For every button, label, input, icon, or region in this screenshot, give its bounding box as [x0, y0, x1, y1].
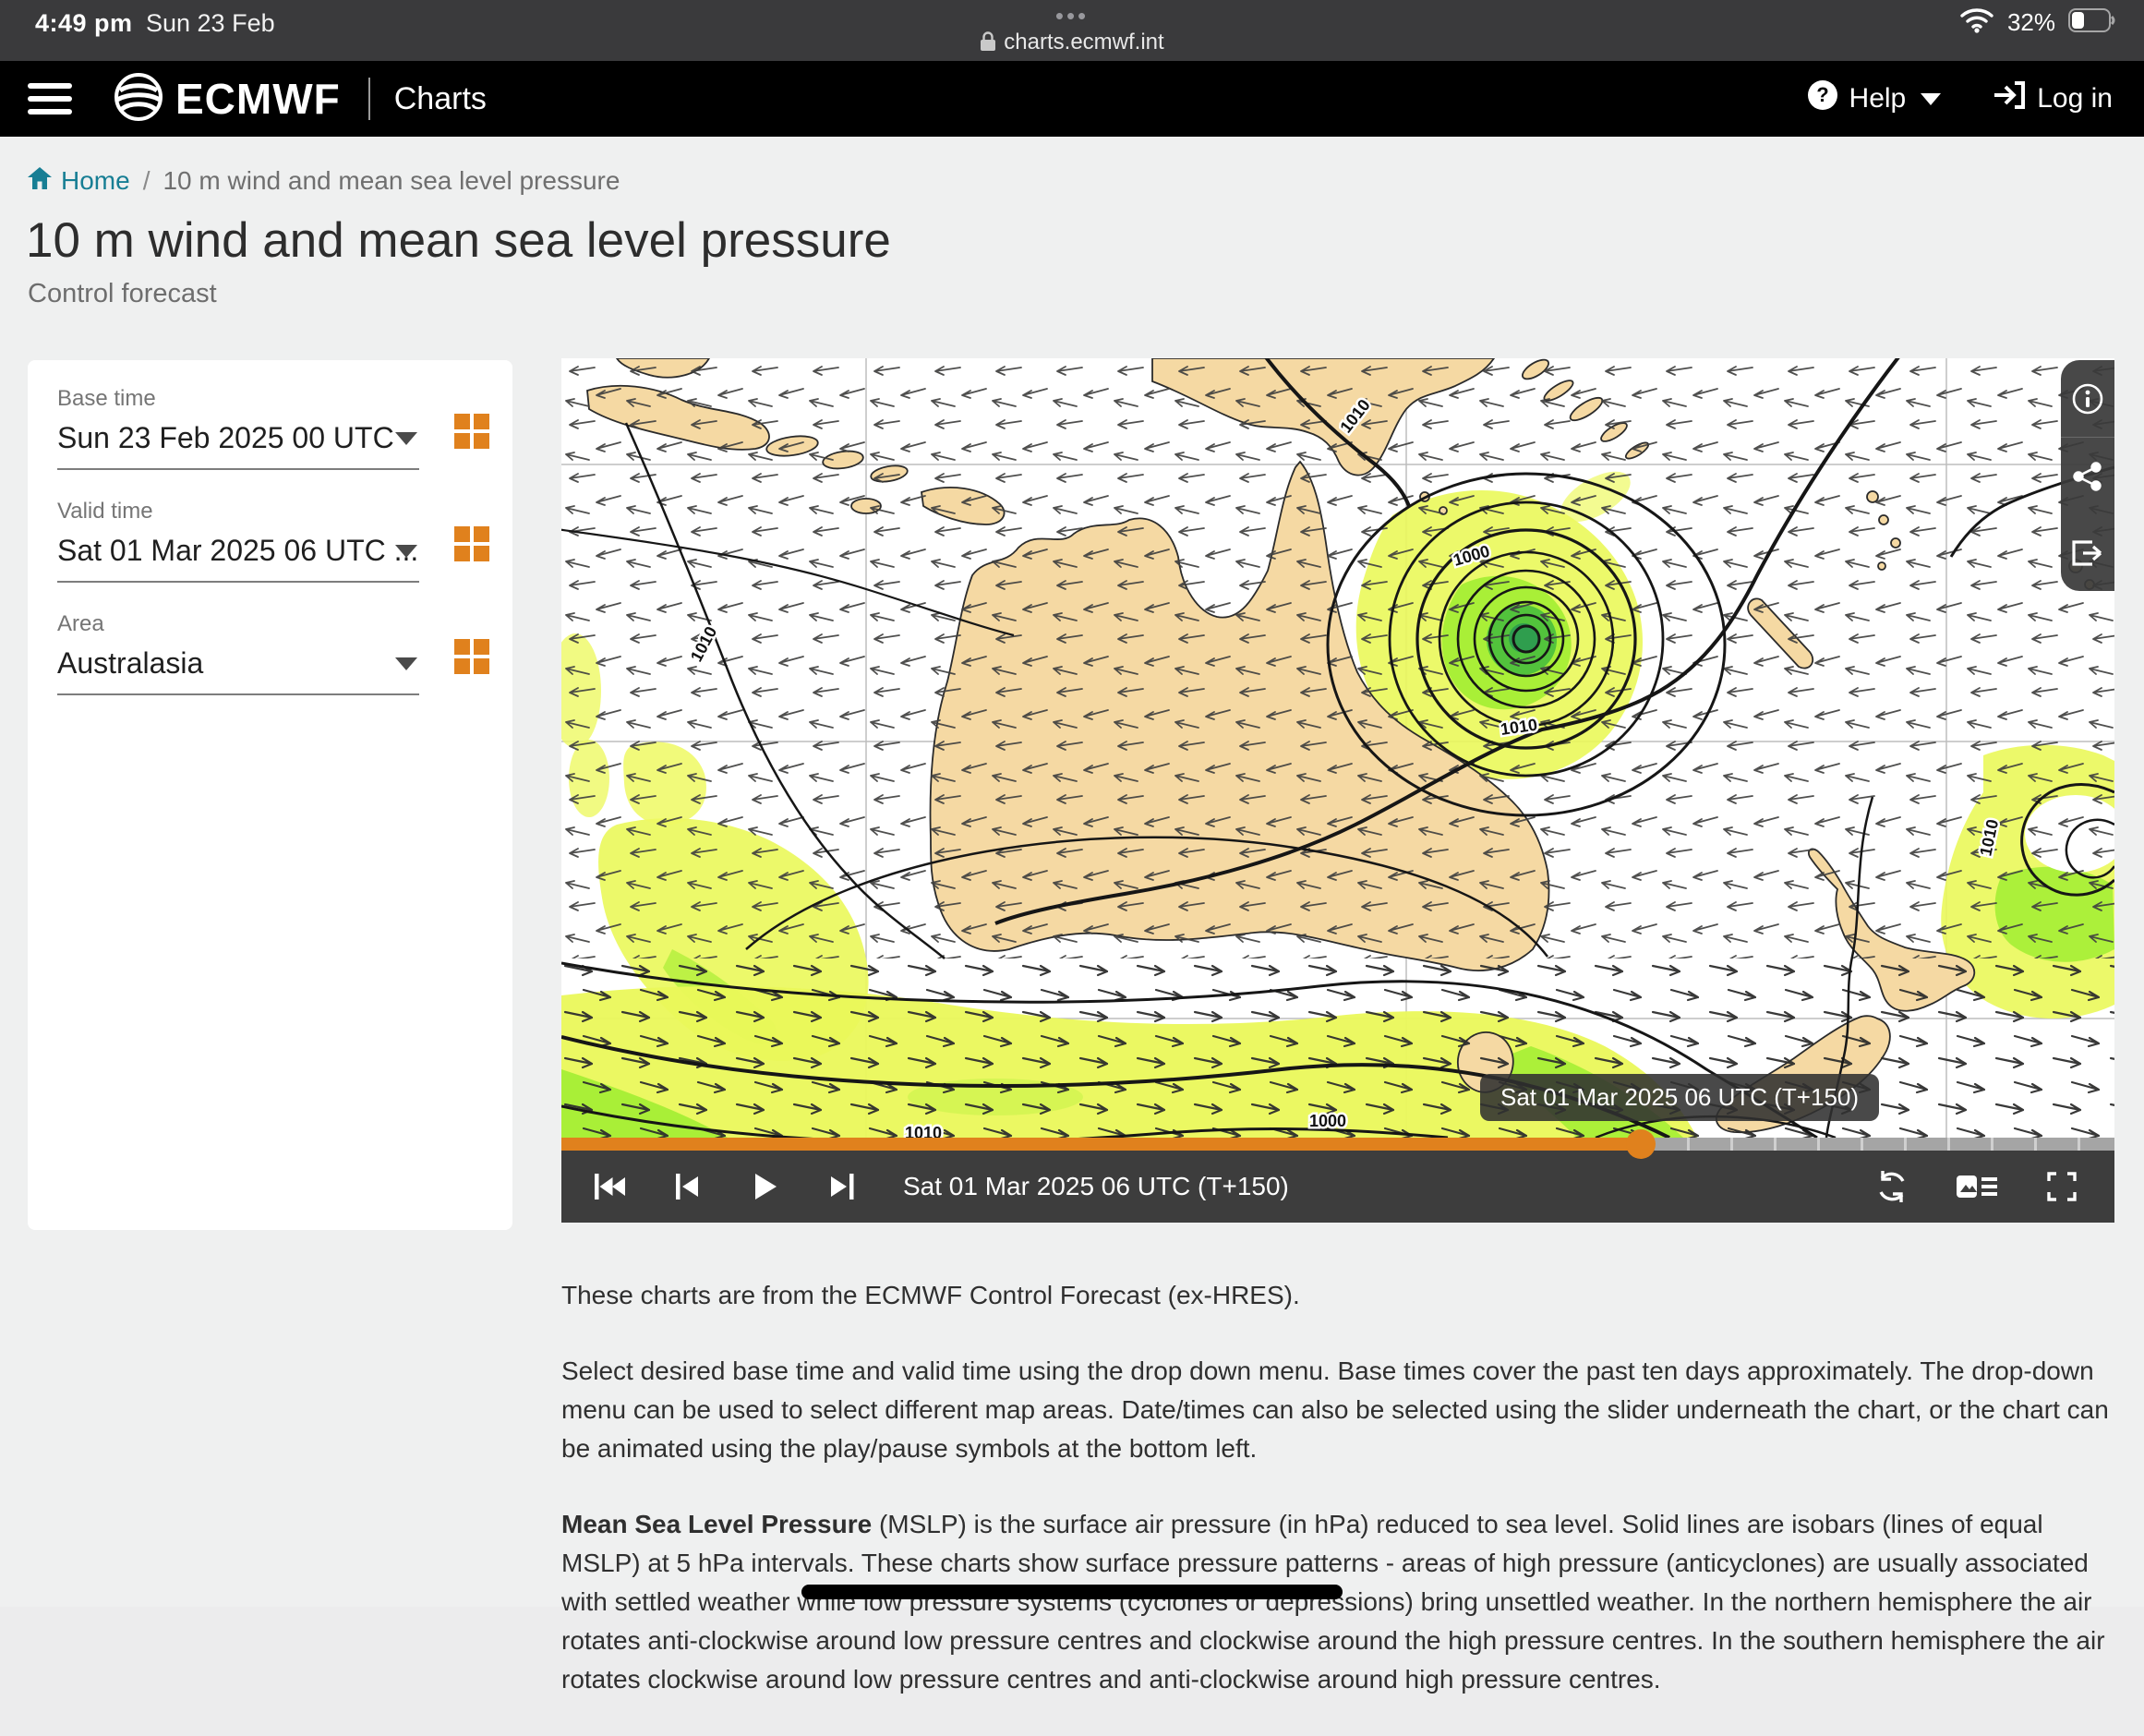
weather-map[interactable]: 1010 1010 1000 1010 1010 1000 1010 [561, 358, 2114, 1138]
loop-icon [1874, 1169, 1909, 1204]
base-time-value: Sun 23 Feb 2025 00 UTC [57, 421, 394, 454]
control-panel: Base time Sun 23 Feb 2025 00 UTC Valid t… [28, 360, 512, 1230]
chevron-down-icon [1921, 93, 1941, 105]
valid-time-control: Valid time Sat 01 Mar 2025 06 UTC ... [57, 499, 484, 583]
address-url: charts.ecmwf.int [1004, 30, 1163, 54]
step-back-icon [676, 1173, 700, 1200]
breadcrumb-separator: / [143, 166, 151, 196]
valid-time-grid-button[interactable] [454, 526, 491, 568]
brand-name: ECMWF [175, 74, 341, 124]
share-icon [2071, 460, 2104, 493]
previous-frame-button[interactable] [661, 1160, 715, 1213]
skip-start-icon [595, 1173, 626, 1200]
lock-icon [980, 31, 996, 58]
player-bar: Sat 01 Mar 2025 06 UTC (T+150) [561, 1151, 2114, 1223]
battery-percent: 32% [2007, 8, 2055, 37]
info-button[interactable] [2061, 360, 2114, 437]
ecmwf-logo-mark-icon [113, 71, 164, 127]
menu-icon[interactable] [28, 83, 72, 115]
dropdown-caret-icon [395, 432, 417, 445]
login-icon [1993, 80, 2026, 117]
play-icon [753, 1173, 777, 1200]
help-label: Help [1849, 83, 1907, 115]
page-subtitle: Control forecast [28, 279, 217, 309]
login-label: Log in [2037, 83, 2113, 115]
page-title: 10 m wind and mean sea level pressure [26, 212, 891, 269]
description-paragraph-2: Select desired base time and valid time … [561, 1352, 2124, 1468]
wind-arrows-north [561, 358, 2114, 958]
mslp-term: Mean Sea Level Pressure [561, 1510, 872, 1538]
home-indicator[interactable] [801, 1585, 1343, 1599]
nav-divider [368, 78, 370, 120]
export-icon [2070, 537, 2105, 569]
wind-mslp-map: 1010 1010 1000 1010 1010 1000 1010 [561, 358, 2114, 1138]
description-paragraph-3: Mean Sea Level Pressure (MSLP) is the su… [561, 1505, 2124, 1699]
area-select[interactable]: Australasia [57, 646, 419, 695]
base-time-control: Base time Sun 23 Feb 2025 00 UTC [57, 386, 484, 470]
valid-time-value: Sat 01 Mar 2025 06 UTC ... [57, 534, 418, 567]
top-nav: ECMWF Charts ? Help Log in [0, 61, 2144, 137]
valid-time-label: Valid time [57, 499, 484, 524]
step-forward-icon [831, 1173, 855, 1200]
skip-to-start-button[interactable] [584, 1160, 637, 1213]
play-button[interactable] [739, 1160, 792, 1213]
map-side-panel [2061, 360, 2114, 591]
description: These charts are from the ECMWF Control … [561, 1276, 2124, 1736]
breadcrumb-current: 10 m wind and mean sea level pressure [163, 166, 620, 196]
info-icon [2071, 382, 2104, 416]
area-label: Area [57, 611, 484, 637]
isobar-label: 1010 [905, 1124, 942, 1138]
description-paragraph-1: These charts are from the ECMWF Control … [561, 1276, 2124, 1315]
chart-area: 1010 1010 1000 1010 1010 1000 1010 [561, 358, 2114, 1223]
base-time-select[interactable]: Sun 23 Feb 2025 00 UTC [57, 421, 419, 470]
battery-icon [2068, 8, 2116, 37]
login-button[interactable]: Log in [1993, 80, 2113, 117]
frame-list-button[interactable] [1950, 1160, 2004, 1213]
slider-fill [561, 1138, 1641, 1151]
home-icon [28, 166, 52, 196]
wifi-icon [1959, 7, 1994, 38]
frame-list-icon [1957, 1172, 1997, 1201]
fullscreen-button[interactable] [2035, 1160, 2089, 1213]
svg-text:?: ? [1816, 83, 1828, 106]
area-control: Area Australasia [57, 611, 484, 695]
time-slider[interactable] [561, 1138, 2114, 1151]
help-icon: ? [1807, 79, 1838, 118]
slider-handle[interactable] [1626, 1129, 1656, 1159]
fullscreen-icon [2047, 1172, 2077, 1201]
dropdown-caret-icon [395, 545, 417, 558]
export-button[interactable] [2061, 514, 2114, 591]
breadcrumb: Home / 10 m wind and mean sea level pres… [28, 166, 620, 196]
area-grid-button[interactable] [454, 639, 491, 681]
app-root: 4:49 pm Sun 23 Feb ••• charts.ecmwf.int … [0, 0, 2144, 1607]
next-frame-button[interactable] [816, 1160, 870, 1213]
nav-section-charts[interactable]: Charts [394, 81, 487, 117]
status-right: 32% [1959, 7, 2116, 38]
address-bar[interactable]: charts.ecmwf.int [0, 30, 2144, 58]
base-time-grid-button[interactable] [454, 414, 491, 455]
area-value: Australasia [57, 646, 203, 680]
share-button[interactable] [2061, 438, 2114, 514]
dropdown-caret-icon [395, 657, 417, 670]
player-time-label: Sat 01 Mar 2025 06 UTC (T+150) [903, 1172, 1289, 1201]
tab-overflow-dots[interactable]: ••• [0, 2, 2144, 30]
help-menu[interactable]: ? Help [1807, 79, 1942, 118]
loop-button[interactable] [1865, 1160, 1919, 1213]
breadcrumb-home-link[interactable]: Home [28, 166, 130, 196]
time-tooltip: Sat 01 Mar 2025 06 UTC (T+150) [1480, 1074, 1879, 1121]
ecmwf-logo[interactable]: ECMWF [113, 71, 341, 127]
valid-time-select[interactable]: Sat 01 Mar 2025 06 UTC ... [57, 534, 419, 583]
isobar-label: 1000 [1309, 1112, 1346, 1130]
status-bar: 4:49 pm Sun 23 Feb ••• charts.ecmwf.int … [0, 0, 2144, 61]
breadcrumb-home-label: Home [61, 166, 130, 196]
base-time-label: Base time [57, 386, 484, 412]
